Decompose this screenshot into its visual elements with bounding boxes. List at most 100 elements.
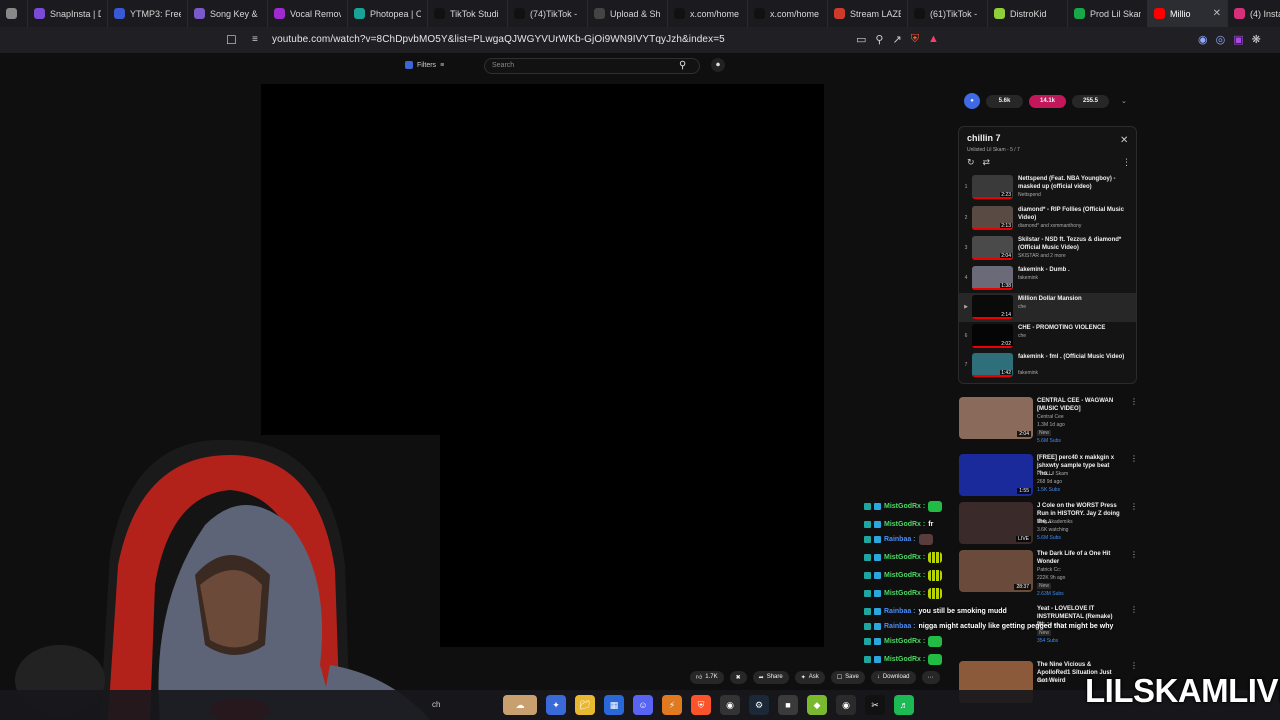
duration-badge: 1:55 [1017, 488, 1031, 494]
instagram-icon [1234, 8, 1245, 19]
vocal-remover-icon [274, 8, 285, 19]
like-button[interactable]: 👍︎ 1.7K [690, 670, 724, 684]
chat-text: fr [928, 520, 934, 528]
browser-tab[interactable]: Millio ✕ [1148, 0, 1228, 27]
brave-shield-icon[interactable]: ⛨ [911, 33, 919, 46]
playlist-item[interactable]: 7 1:42 fakemink - fml . (Official Music Vi… [959, 351, 1136, 380]
browser-tab[interactable]: DistroKid [988, 0, 1068, 27]
browser-tab[interactable]: Upload & Sh [588, 0, 668, 27]
file-explorer-icon[interactable]: 📁︎ [575, 695, 595, 715]
browser-tab[interactable]: ash [0, 0, 28, 27]
close-tab-icon[interactable]: ✕ [1213, 8, 1221, 19]
playlist-item[interactable]: 4 1:38 fakemink - Dumb . fakemink [959, 264, 1136, 293]
stat-chip: 5.6k [986, 94, 1023, 108]
zoom-icon[interactable]: ⚲ [875, 33, 883, 46]
playlist-item[interactable]: 3 2:04 Skilstar - NSD ft. Tezzus & diamond… [959, 234, 1136, 263]
share-button[interactable]: ➦ Share [752, 670, 789, 684]
browser-tab[interactable]: x.com/home [668, 0, 748, 27]
extension-3-icon[interactable]: ▣ [1233, 33, 1243, 46]
store-icon[interactable]: ▦ [604, 695, 624, 715]
extension-2-icon[interactable]: ◎ [1216, 33, 1226, 46]
app-icon[interactable]: ⚡ [662, 695, 682, 715]
browser-tab[interactable]: YTMP3: Free [108, 0, 188, 27]
brave-icon[interactable]: ⛨ [691, 695, 711, 715]
brave-rewards-icon[interactable]: ▲ [928, 33, 939, 46]
extension-1-icon[interactable]: ◉ [1198, 33, 1208, 46]
download-button[interactable]: ↓ Download [870, 670, 916, 684]
weather-widget-icon[interactable]: ☁ [503, 695, 537, 715]
chat-message: Rainbaa : [864, 532, 933, 546]
ask-button[interactable]: ✦ Ask [794, 670, 825, 684]
browser-tab[interactable]: (74)TikTok - [508, 0, 588, 27]
extensions-icon[interactable]: ❋ [1252, 33, 1261, 46]
chat-username: Rainbaa : [884, 535, 916, 543]
extension-icons: ◉ ◎ ▣ ❋ [1198, 33, 1261, 46]
playlist-item-channel: SKISTAR and 2 more [1018, 253, 1066, 259]
dislike-button[interactable]: ✖ [729, 670, 747, 684]
more-options-icon[interactable]: ⋮ [1130, 397, 1138, 406]
filters-button[interactable]: Filters ≡ [405, 61, 444, 69]
app-icon[interactable]: ◆ [807, 695, 827, 715]
app-icon[interactable]: ◉ [836, 695, 856, 715]
snapinsta-icon [34, 8, 45, 19]
extension-orb-icon[interactable]: ● [964, 93, 980, 109]
browser-tab[interactable]: Song Key & [188, 0, 268, 27]
browser-tab[interactable]: x.com/home [748, 0, 828, 27]
download-icon: ↓ [876, 674, 880, 680]
copilot-icon[interactable]: ✦ [546, 695, 566, 715]
browser-tab[interactable]: TikTok Studi [428, 0, 508, 27]
loop-icon[interactable]: ↻ [967, 157, 975, 168]
shuffle-icon[interactable]: ⇄ [983, 157, 991, 168]
search-input[interactable]: Search [484, 58, 700, 74]
playlist-item[interactable]: 6 2:02 CHE - PROMOTING VIOLENCE che [959, 322, 1136, 351]
more-options-icon[interactable]: ⋮ [1130, 454, 1138, 463]
save-button[interactable]: ☐ Save [830, 670, 865, 684]
browser-tab[interactable]: Prod Lil Skam [1068, 0, 1148, 27]
share-label: Share [766, 674, 783, 680]
cast-icon[interactable]: ▭ [856, 33, 866, 46]
site-controls-icon[interactable]: ≡ [252, 34, 258, 45]
browser-tab[interactable]: Vocal Remov [268, 0, 348, 27]
more-options-icon[interactable]: ⋮ [1122, 157, 1131, 168]
capcut-icon[interactable]: ✂ [865, 695, 885, 715]
playlist-item[interactable]: 2 2:13 diamond* - RIP Follies (Official Mu… [959, 204, 1136, 233]
playlist-title[interactable]: chillin 7 [967, 133, 1001, 143]
tab-title: Millio [1170, 8, 1191, 19]
share-icon[interactable]: ↗ [892, 33, 901, 46]
filters-icon [405, 61, 413, 69]
tab-title: DistroKid [1010, 8, 1047, 19]
steam-icon[interactable]: ⚙ [749, 695, 769, 715]
filters-label: Filters [417, 61, 437, 69]
obs-icon[interactable]: ◉ [720, 695, 740, 715]
recommended-video[interactable]: 2:04 CENTRAL CEE - WAGWAN [MUSIC VIDEO] Ce… [958, 395, 1138, 447]
browser-tab[interactable]: SnapInsta | D [28, 0, 108, 27]
playlist-item[interactable]: 1 2:23 Nettspend (Feat. NBA Youngboy) - ma… [959, 173, 1136, 202]
browser-tab[interactable]: (61)TikTok - [908, 0, 988, 27]
video-thumbnail: 1:55 [959, 454, 1033, 496]
browser-tab[interactable]: Stream LAZE [828, 0, 908, 27]
search-icon[interactable]: ⚲ [679, 60, 686, 71]
microphone-icon[interactable]: ⏺ [711, 58, 725, 72]
browser-tab[interactable]: Photopea | O [348, 0, 428, 27]
playlist-item-channel: che [1018, 333, 1027, 339]
chat-badge-icon [864, 637, 871, 645]
youtube-icon [1154, 8, 1165, 19]
url-field[interactable]: youtube.com/watch?v=8ChDpvbMO5Y&list=PLw… [272, 34, 725, 45]
spotify-icon[interactable]: ♬ [894, 695, 914, 715]
channel-name: Prod Lil Skam [1037, 471, 1069, 477]
chat-emote-icon [918, 533, 933, 545]
playlist-item-channel: diamond* and xxmmanthony [1018, 223, 1082, 229]
app-icon[interactable]: ■ [778, 695, 798, 715]
chat-platform-icon [874, 637, 881, 645]
bookmark-icon[interactable]: ☐ [226, 33, 238, 47]
chat-platform-icon [874, 535, 881, 543]
close-icon[interactable]: ✕ [1120, 135, 1128, 146]
taskbar-search[interactable]: ch [432, 700, 440, 709]
more-actions-icon[interactable]: ⋯ [921, 670, 940, 684]
chat-message: MistGodRx : [864, 568, 943, 582]
playlist-item[interactable]: ▶ 2:14 Million Dollar Mansion che [959, 293, 1136, 322]
playlist-item-index: 1 [964, 184, 968, 190]
chevron-down-icon[interactable]: ⌄ [1121, 97, 1127, 105]
discord-icon[interactable]: ☺ [633, 695, 653, 715]
browser-tab[interactable]: (4) Instagram [1228, 0, 1280, 27]
